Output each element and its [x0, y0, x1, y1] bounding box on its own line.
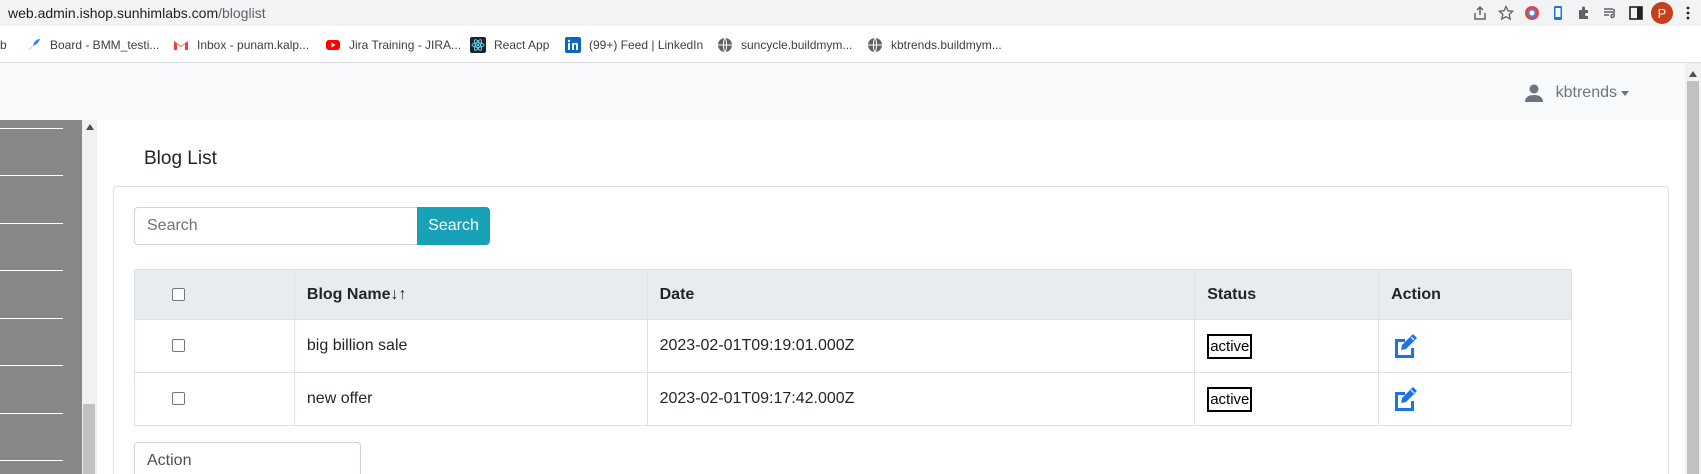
table-header-row: Blog Name↓↑ Date Status Action: [134, 269, 1572, 320]
bookmark-item[interactable]: Jira Training - JIRA...: [325, 36, 461, 54]
select-all-cell: [134, 269, 295, 320]
blog-name-cell: big billion sale: [293, 319, 648, 373]
bookmark-item[interactable]: React App: [470, 36, 549, 54]
bookmark-item[interactable]: (99+) Feed | LinkedIn: [565, 36, 703, 54]
bookmark-item[interactable]: Inbox - punam.kalp...: [173, 36, 309, 54]
column-header-date: Date: [646, 269, 1196, 320]
bookmark-item[interactable]: Board - BMM_testi...: [26, 36, 159, 54]
status-cell: active: [1194, 319, 1380, 373]
sidebar-divider: [0, 270, 63, 271]
puzzle-extensions-icon[interactable]: [1571, 0, 1597, 26]
select-all-checkbox[interactable]: [172, 287, 185, 301]
browser-address-bar: web.admin.ishop.sunhimlabs.com/bloglist: [0, 0, 1701, 26]
sidebar: [0, 120, 82, 474]
globe-icon: [717, 37, 733, 53]
bookmark-item[interactable]: suncycle.buildmym...: [717, 36, 852, 54]
profile-avatar[interactable]: P: [1649, 0, 1675, 26]
status-cell: active: [1194, 372, 1380, 426]
row-checkbox-cell: [134, 372, 295, 426]
share-icon[interactable]: [1467, 0, 1493, 26]
blog-name-cell: new offer: [293, 372, 648, 426]
row-checkbox-cell: [134, 319, 295, 373]
username-label: kbtrends: [1555, 84, 1617, 101]
linkedin-icon: [565, 37, 581, 53]
search-button[interactable]: Search: [417, 207, 490, 245]
sidebar-divider: [0, 128, 63, 129]
sidebar-scrollbar[interactable]: [82, 120, 97, 474]
phone-extension-icon[interactable]: [1545, 0, 1571, 26]
more-menu-icon[interactable]: [1675, 0, 1701, 26]
page-scrollbar[interactable]: [1685, 63, 1701, 474]
row-checkbox[interactable]: [172, 392, 185, 406]
chrome-extension-icon[interactable]: [1519, 0, 1545, 26]
media-control-icon[interactable]: [1597, 0, 1623, 26]
sidebar-divider: [0, 223, 63, 224]
bookmarks-bar: b Board - BMM_testi... Inbox - punam.kal…: [0, 26, 1701, 63]
status-badge: active: [1207, 333, 1253, 359]
date-cell: 2023-02-01T09:19:01.000Z: [646, 319, 1196, 373]
column-header-action: Action: [1378, 269, 1572, 320]
column-header-blog-name[interactable]: Blog Name↓↑: [293, 269, 648, 320]
url-path: /bloglist: [218, 5, 266, 21]
bookmark-item[interactable]: b: [0, 36, 7, 54]
url-field[interactable]: web.admin.ishop.sunhimlabs.com/bloglist: [8, 5, 266, 21]
edit-icon[interactable]: [1391, 385, 1419, 413]
bookmark-item[interactable]: kbtrends.buildmym...: [867, 36, 1002, 54]
action-cell: [1378, 319, 1572, 373]
app-root: web.admin.ishop.sunhimlabs.com/bloglist: [0, 0, 1701, 474]
sidebar-divider: [0, 460, 63, 461]
sidebar-divider: [0, 175, 63, 176]
user-dropdown[interactable]: kbtrends: [1524, 83, 1629, 103]
browser-toolbar: P: [1467, 0, 1701, 26]
row-checkbox[interactable]: [172, 339, 185, 353]
youtube-icon: [325, 37, 341, 53]
globe-icon: [867, 37, 883, 53]
scroll-up-icon[interactable]: [1689, 71, 1697, 77]
blog-table: Blog Name↓↑ Date Status Action big billi…: [134, 269, 1572, 426]
column-header-status: Status: [1194, 269, 1380, 320]
react-icon: [470, 37, 486, 53]
chevron-down-icon: [1621, 90, 1629, 96]
date-cell: 2023-02-01T09:17:42.000Z: [646, 372, 1196, 426]
sort-arrows-icon[interactable]: ↓↑: [390, 286, 406, 303]
board-icon: [26, 37, 42, 53]
sidebar-divider: [0, 413, 63, 414]
table-row: new offer 2023-02-01T09:17:42.000Z activ…: [134, 372, 1572, 426]
sidebar-divider: [0, 318, 63, 319]
page-title: Blog List: [144, 148, 217, 169]
search-input[interactable]: [134, 207, 418, 245]
table-row: big billion sale 2023-02-01T09:19:01.000…: [134, 319, 1572, 373]
user-icon: [1524, 84, 1543, 102]
url-host: web.admin.ishop.sunhimlabs.com: [8, 5, 219, 21]
action-cell: [1378, 372, 1572, 426]
sidebar-scroll-thumb[interactable]: [83, 404, 95, 474]
page-scroll-thumb[interactable]: [1687, 81, 1699, 474]
bulk-action-select[interactable]: Action: [134, 442, 361, 474]
side-panel-icon[interactable]: [1623, 0, 1649, 26]
sidebar-divider: [0, 365, 63, 366]
scroll-up-icon[interactable]: [86, 124, 94, 130]
top-navbar: kbtrends: [0, 63, 1685, 120]
edit-icon[interactable]: [1391, 332, 1419, 360]
star-icon[interactable]: [1493, 0, 1519, 26]
status-badge: active: [1207, 386, 1253, 412]
gmail-icon: [173, 37, 189, 53]
